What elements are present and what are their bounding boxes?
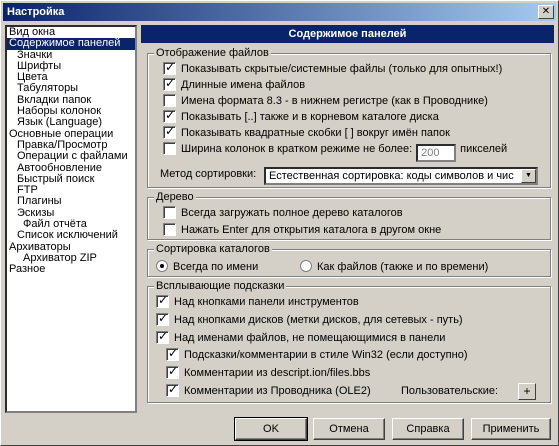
tooltips-title: Всплывающие подсказки — [154, 280, 287, 292]
sort-as-files-label: Как файлов (также и по времени) — [317, 261, 489, 273]
checkbox-option[interactable]: Всегда загружать полное дерево каталогов — [163, 206, 403, 221]
checkbox[interactable] — [156, 329, 169, 344]
checkbox-label: Над именами файлов, не помещающимися в п… — [174, 332, 446, 344]
title-bar: Настройка ✕ — [3, 3, 556, 21]
sort-method-select[interactable]: Естественная сортировка: коды символов и… — [264, 167, 538, 185]
checkbox[interactable] — [163, 60, 176, 75]
close-icon[interactable]: ✕ — [538, 5, 554, 19]
checkbox-option[interactable]: Над именами файлов, не помещающимися в п… — [156, 329, 446, 346]
tree-group-title: Дерево — [154, 191, 196, 203]
window-title: Настройка — [7, 6, 65, 18]
checkbox-label: Всегда загружать полное дерево каталогов — [181, 207, 403, 219]
checkbox-option[interactable]: Над кнопками панели инструментов — [156, 293, 359, 310]
checkbox-label: Комментарии из descript.ion/files.bbs — [184, 367, 371, 379]
checkbox-label: Комментарии из Проводника (OLE2) — [184, 385, 371, 397]
sort-method-value: Естественная сортировка: коды символов и… — [269, 170, 514, 182]
sort-by-name-label: Всегда по имени — [173, 261, 259, 273]
checkbox[interactable] — [163, 108, 176, 123]
checkbox[interactable] — [156, 293, 169, 308]
ok-button[interactable]: OK — [234, 417, 308, 441]
sort-row: Метод сортировки: Естественная сортировк… — [160, 167, 552, 185]
file-display-title: Отображение файлов — [154, 47, 271, 59]
column-width-option[interactable]: Ширина колонок в кратком режиме не более… — [163, 142, 508, 162]
checkbox[interactable] — [163, 124, 176, 139]
file-display-group: Отображение файлов Показывать скрытые/си… — [147, 47, 552, 188]
checkbox-label: Имена формата 8.3 - в нижнем регистре (к… — [181, 95, 488, 107]
settings-tree[interactable]: Вид окна Содержимое панелей Значки Шрифты Цв… — [5, 25, 137, 413]
checkbox-option[interactable]: Подсказки/комментарии в стиле Win32 (есл… — [166, 346, 468, 363]
checkbox[interactable] — [163, 94, 176, 107]
checkbox-option[interactable]: Длинные имена файлов — [163, 76, 306, 93]
checkbox[interactable] — [166, 382, 179, 397]
checkbox-label: Подсказки/комментарии в стиле Win32 (есл… — [184, 349, 468, 361]
column-width-checkbox[interactable] — [163, 142, 176, 155]
checkbox-option[interactable]: Над кнопками дисков (метки дисков, для с… — [156, 311, 463, 328]
checkbox-label: Нажать Enter для открытия каталога в дру… — [181, 224, 442, 236]
checkbox-option[interactable]: Показывать скрытые/системные файлы (толь… — [163, 60, 503, 77]
sort-by-name-option[interactable]: Всегда по имени — [156, 260, 258, 275]
apply-button[interactable]: Применить — [471, 418, 551, 440]
checkbox-label: Показывать скрытые/системные файлы (толь… — [181, 63, 503, 75]
dir-sort-group: Сортировка каталогов Всегда по имени Как… — [147, 243, 551, 277]
cancel-button[interactable]: Отмена — [313, 418, 385, 440]
tree-item[interactable]: Разное — [7, 263, 135, 275]
checkbox[interactable] — [163, 76, 176, 91]
checkbox-label: Показывать [..] также и в корневом катал… — [181, 111, 439, 123]
tree-group: Дерево Всегда загружать полное дерево ка… — [147, 191, 551, 240]
column-width-unit: пикселей — [460, 143, 508, 155]
checkbox[interactable] — [156, 311, 169, 326]
sort-as-files-radio[interactable] — [300, 260, 312, 272]
checkbox-option[interactable]: Имена формата 8.3 - в нижнем регистре (к… — [163, 94, 488, 109]
panel-title: Содержимое панелей — [141, 25, 554, 43]
checkbox-label: Длинные имена файлов — [181, 79, 306, 91]
checkbox-option[interactable]: Комментарии из Проводника (OLE2) — [166, 382, 371, 399]
checkbox-label: Показывать квадратные скобки [ ] вокруг … — [181, 127, 450, 139]
checkbox[interactable] — [163, 206, 176, 219]
tree-item[interactable]: Содержимое панелей — [7, 37, 135, 50]
tree-item[interactable]: Язык (Language) — [7, 117, 135, 129]
tree-item[interactable]: Список исключений — [7, 230, 135, 242]
sort-by-name-radio[interactable] — [156, 260, 168, 272]
dir-sort-title: Сортировка каталогов — [154, 243, 272, 255]
checkbox[interactable] — [166, 346, 179, 361]
tree-item[interactable]: Операции с файлами — [7, 150, 135, 162]
tooltips-group: Всплывающие подсказки Над кнопками панел… — [147, 280, 551, 403]
custom-tooltips-label: Пользовательские: — [401, 385, 499, 397]
sort-label: Метод сортировки: — [160, 168, 257, 180]
sort-as-files-option[interactable]: Как файлов (также и по времени) — [300, 260, 488, 275]
checkbox[interactable] — [163, 223, 176, 236]
column-width-label: Ширина колонок в кратком режиме не более… — [181, 143, 413, 155]
checkbox-option[interactable]: Комментарии из descript.ion/files.bbs — [166, 364, 371, 381]
add-custom-tooltip-button[interactable]: + — [518, 383, 536, 400]
column-width-input[interactable]: 200 — [416, 144, 457, 162]
checkbox[interactable] — [166, 364, 179, 379]
help-button[interactable]: Справка — [392, 418, 464, 440]
chevron-down-icon[interactable]: ▼ — [521, 169, 536, 183]
checkbox-label: Над кнопками дисков (метки дисков, для с… — [174, 314, 463, 326]
settings-window: Настройка ✕ Вид окна Содержимое панелей Зн… — [0, 0, 559, 446]
checkbox-option[interactable]: Нажать Enter для открытия каталога в дру… — [163, 223, 441, 238]
checkbox-option[interactable]: Показывать [..] также и в корневом катал… — [163, 108, 439, 125]
checkbox-label: Над кнопками панели инструментов — [174, 296, 359, 308]
checkbox-option[interactable]: Показывать квадратные скобки [ ] вокруг … — [163, 124, 450, 141]
